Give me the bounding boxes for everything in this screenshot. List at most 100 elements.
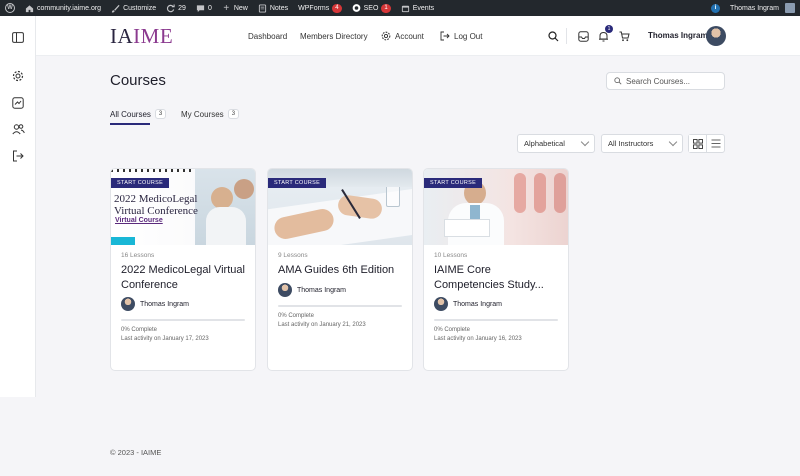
author-name: Thomas Ingram xyxy=(140,300,190,308)
notes-label: Notes xyxy=(269,4,289,12)
seo-link[interactable]: SEO 1 xyxy=(347,0,396,16)
decorative-dots xyxy=(111,169,191,172)
thumbnail-title: 2022 MedicoLegal Virtual Conference xyxy=(114,193,198,217)
my-account-link[interactable]: Thomas Ingram xyxy=(725,0,800,16)
comments-link[interactable]: 0 xyxy=(191,0,217,16)
gear-icon xyxy=(12,70,24,82)
notes-icon xyxy=(258,3,267,13)
lesson-count: 10 Lessons xyxy=(434,252,468,259)
sidebar-item-members[interactable] xyxy=(11,122,25,136)
completion-text: 0% Complete xyxy=(121,327,158,333)
last-activity: Last activity on January 17, 2023 xyxy=(121,336,209,342)
course-author[interactable]: Thomas Ingram xyxy=(278,283,346,297)
course-title[interactable]: AMA Guides 6th Edition xyxy=(278,263,406,278)
header-search-button[interactable] xyxy=(546,29,560,43)
info-link[interactable]: i xyxy=(706,0,725,16)
panel-icon xyxy=(12,31,24,43)
list-icon xyxy=(711,139,720,148)
notes-link[interactable]: Notes xyxy=(253,0,293,16)
new-label: New xyxy=(233,4,248,12)
left-sidebar xyxy=(0,16,36,397)
comments-count: 0 xyxy=(207,4,212,12)
new-content-link[interactable]: + New xyxy=(217,0,253,16)
site-header: IAIME Dashboard Members Directory Accoun… xyxy=(36,16,800,56)
clipboard-shape xyxy=(444,219,490,237)
nav-members-directory[interactable]: Members Directory xyxy=(300,16,368,56)
course-card[interactable]: 2022 MedicoLegal Virtual Conference Virt… xyxy=(110,168,256,371)
course-meta: 0% Complete Last activity on January 21,… xyxy=(278,312,366,330)
events-label: Events xyxy=(412,4,435,12)
adminbar-user-name: Thomas Ingram xyxy=(729,4,779,12)
course-author[interactable]: Thomas Ingram xyxy=(121,297,189,311)
tab-label: My Courses xyxy=(181,109,224,119)
progress-bar xyxy=(278,305,402,307)
completion-text: 0% Complete xyxy=(278,313,315,319)
start-course-badge[interactable]: START COURSE xyxy=(424,178,483,188)
seo-label: SEO xyxy=(363,4,379,12)
adminbar-avatar xyxy=(785,3,795,13)
lesson-count: 9 Lessons xyxy=(278,252,308,259)
wpforms-badge: 4 xyxy=(332,3,342,13)
start-course-badge[interactable]: START COURSE xyxy=(111,178,170,188)
wp-admin-bar: W community.iaime.org Customize 29 0 + N… xyxy=(0,0,800,16)
notifications-button[interactable]: 1 xyxy=(596,25,613,43)
sidebar-item-activity[interactable] xyxy=(11,96,25,110)
anatomy-chart-shape xyxy=(514,173,526,213)
course-title[interactable]: IAIME Core Competencies Study... xyxy=(434,263,562,293)
sort-select[interactable]: Alphabetical xyxy=(517,134,595,153)
wpforms-link[interactable]: WPForms 4 xyxy=(293,0,346,16)
instructor-value: All Instructors xyxy=(608,139,654,148)
tab-all-courses[interactable]: All Courses 3 xyxy=(110,109,167,119)
calendar-icon xyxy=(401,4,410,13)
course-search[interactable] xyxy=(606,72,725,90)
site-name-link[interactable]: community.iaime.org xyxy=(20,0,106,16)
messages-button[interactable] xyxy=(576,29,590,43)
seo-icon xyxy=(352,4,361,13)
sidebar-item-logout[interactable] xyxy=(11,149,25,163)
nav-members-label: Members Directory xyxy=(300,31,368,41)
course-author[interactable]: Thomas Ingram xyxy=(434,297,502,311)
chevron-down-icon xyxy=(668,137,678,147)
search-icon xyxy=(547,30,558,41)
logo-text: IA xyxy=(110,24,134,48)
anatomy-chart-shape xyxy=(554,173,566,213)
start-course-badge[interactable]: START COURSE xyxy=(268,178,327,188)
grid-icon xyxy=(692,138,703,149)
nav-dashboard[interactable]: Dashboard xyxy=(248,16,287,56)
customize-link[interactable]: Customize xyxy=(106,0,161,16)
course-card[interactable]: START COURSE 10 Lessons IAIME Core Compe… xyxy=(423,168,569,371)
nav-logout[interactable]: Log Out xyxy=(440,16,482,56)
progress-bar xyxy=(121,319,245,321)
nav-account[interactable]: Account xyxy=(381,16,424,56)
nav-logout-label: Log Out xyxy=(454,31,483,41)
avatar[interactable] xyxy=(706,26,726,46)
updates-link[interactable]: 29 xyxy=(161,0,191,16)
instructor-select[interactable]: All Instructors xyxy=(601,134,683,153)
seo-badge: 1 xyxy=(381,3,391,13)
avatar xyxy=(121,297,135,311)
sidebar-toggle-button[interactable] xyxy=(11,30,25,44)
sidebar-item-settings[interactable] xyxy=(11,69,25,83)
site-name: community.iaime.org xyxy=(37,4,102,12)
header-user-name[interactable]: Thomas Ingram xyxy=(648,31,708,40)
cart-button[interactable] xyxy=(617,29,631,43)
course-card[interactable]: START COURSE 9 Lessons AMA Guides 6th Ed… xyxy=(267,168,413,371)
avatar xyxy=(278,283,292,297)
notifications-badge: 1 xyxy=(605,25,613,33)
decorative-bar xyxy=(111,237,135,245)
comment-icon xyxy=(196,4,205,13)
tab-my-courses[interactable]: My Courses 3 xyxy=(181,109,240,119)
inbox-icon xyxy=(577,30,589,42)
author-name: Thomas Ingram xyxy=(453,300,503,308)
active-tab-indicator xyxy=(110,123,150,125)
last-activity: Last activity on January 16, 2023 xyxy=(434,336,522,342)
wp-logo-menu[interactable]: W xyxy=(0,0,20,16)
nav-dashboard-label: Dashboard xyxy=(248,31,288,41)
course-title[interactable]: 2022 MedicoLegal Virtual Conference xyxy=(121,263,249,293)
search-input[interactable] xyxy=(626,76,716,86)
list-view-button[interactable] xyxy=(707,135,724,152)
grid-view-button[interactable] xyxy=(689,135,707,152)
events-link[interactable]: Events xyxy=(396,0,439,16)
site-logo[interactable]: IAIME xyxy=(110,24,173,49)
person-shape xyxy=(211,187,233,209)
